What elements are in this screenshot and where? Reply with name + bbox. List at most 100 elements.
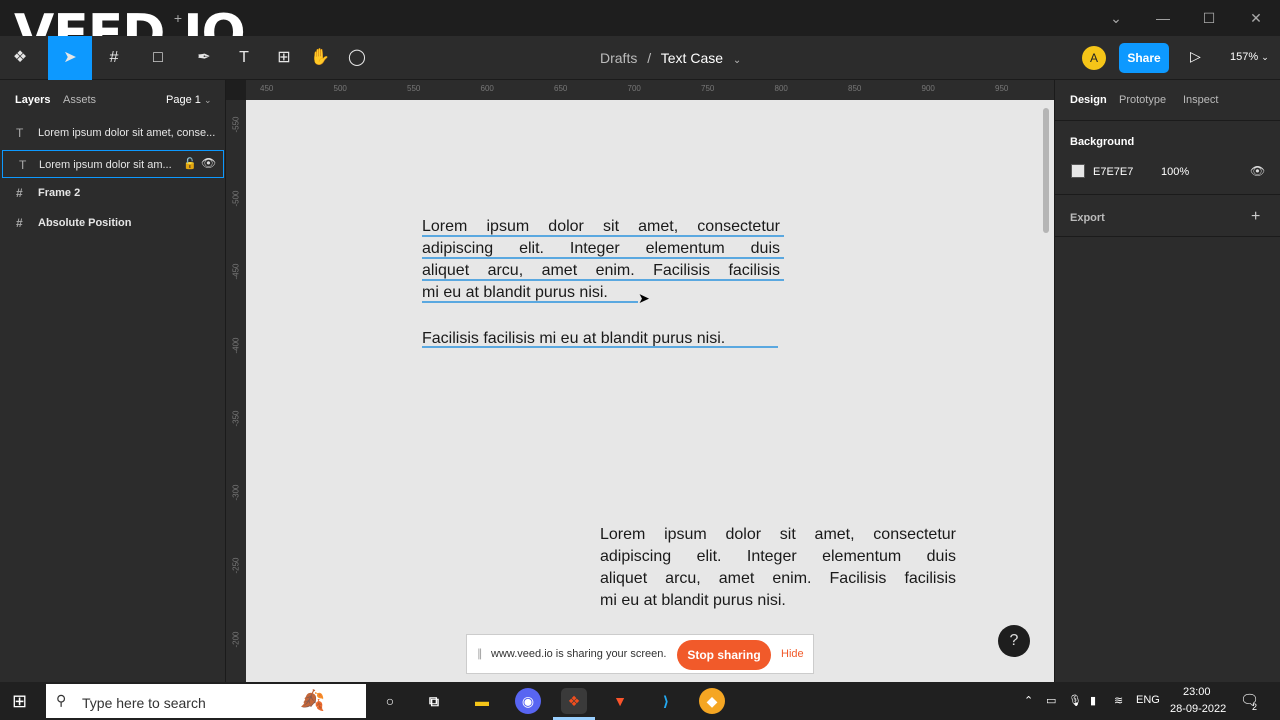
- divider: [1055, 120, 1280, 121]
- ruler-tick-label: -550: [231, 116, 241, 133]
- figma-menu-icon[interactable]: ❖: [6, 44, 34, 72]
- present-play-icon[interactable]: ▷: [1190, 48, 1206, 68]
- ruler-top: 450 500 550 600 650 700 750 800 850 900 950: [246, 80, 1054, 100]
- tab-assets[interactable]: Assets: [63, 94, 96, 106]
- clock-date[interactable]: 28-09-2022: [1170, 703, 1226, 715]
- file-name[interactable]: Text Case: [661, 50, 723, 66]
- mouse-cursor-icon: ➤: [638, 290, 650, 306]
- tab-layers[interactable]: Layers: [15, 94, 50, 106]
- stop-sharing-button[interactable]: Stop sharing: [677, 640, 771, 670]
- background-color-swatch[interactable]: [1071, 164, 1085, 178]
- move-tool-icon[interactable]: ➤: [48, 36, 92, 80]
- layer-item[interactable]: # Absolute Position: [0, 209, 226, 237]
- ruler-tick-label: -400: [231, 336, 241, 354]
- text-line: aliquet arcu, amet enim. Facilisis facil…: [600, 570, 956, 587]
- figma-icon[interactable]: ❖: [561, 688, 587, 714]
- background-hex[interactable]: E7E7E7: [1093, 166, 1133, 178]
- export-section-title: Export: [1070, 212, 1105, 224]
- ruler-tick-label: 550: [407, 84, 421, 93]
- comment-tool-icon[interactable]: ◯: [343, 44, 371, 72]
- toolbar: ❖ ➤ # □ ✒ T ⊞ ✋ ◯ Drafts / Text Case ⌄ A…: [0, 36, 1280, 80]
- tab-inspect[interactable]: Inspect: [1183, 94, 1218, 106]
- maximize-icon[interactable]: ☐: [1199, 8, 1219, 28]
- page-selector[interactable]: Page 1 ⌄: [166, 94, 211, 106]
- text-line: adipiscing elit. Integer elementum duis: [600, 548, 956, 565]
- ruler-tick-label: -500: [231, 189, 241, 207]
- divider: [1055, 194, 1280, 195]
- frame-2[interactable]: Lorem ipsum dolor sit amet, consectetur …: [246, 100, 1054, 682]
- text-block-3[interactable]: Lorem ipsum dolor sit amet, consectetur …: [600, 524, 956, 612]
- close-icon[interactable]: ✕: [1246, 8, 1266, 28]
- vertical-scrollbar[interactable]: [1043, 108, 1049, 233]
- title-bar: VEED.IO + ⌄ — ☐ ✕: [0, 0, 1280, 64]
- frame-tool-icon[interactable]: #: [100, 44, 128, 72]
- layer-label: Lorem ipsum dolor sit am...: [39, 159, 172, 171]
- layer-label: Lorem ipsum dolor sit amet, conse...: [38, 127, 216, 139]
- tab-design[interactable]: Design: [1070, 94, 1107, 106]
- tab-prototype[interactable]: Prototype: [1119, 94, 1166, 106]
- zoom-level[interactable]: 157% ⌄: [1230, 51, 1269, 63]
- file-explorer-icon[interactable]: ▬: [469, 688, 495, 714]
- text-block-1[interactable]: Lorem ipsum dolor sit amet, consectetur …: [422, 216, 780, 304]
- ruler-left: -550 -500 -450 -400 -350 -300 -250 -200: [226, 100, 246, 682]
- new-tab-icon[interactable]: +: [168, 8, 188, 28]
- vscode-icon[interactable]: ⟩: [653, 688, 679, 714]
- discord-icon[interactable]: ◉: [515, 688, 541, 714]
- ruler-tick-label: 800: [774, 84, 788, 93]
- task-view-cortana-icon[interactable]: ○: [377, 688, 403, 714]
- canvas[interactable]: 450 500 550 600 650 700 750 800 850 900 950 -550 -5…: [226, 80, 1054, 682]
- unlock-icon[interactable]: 🔓: [183, 157, 197, 170]
- text-tool-icon[interactable]: T: [230, 44, 258, 72]
- microphone-icon[interactable]: 🎙: [1068, 694, 1082, 707]
- screen-share-bar: ∥ www.veed.io is sharing your screen. St…: [466, 634, 814, 674]
- wifi-icon[interactable]: ≋: [1114, 694, 1123, 707]
- shape-tool-icon[interactable]: □: [144, 44, 172, 72]
- brave-browser-icon[interactable]: ▼: [607, 688, 633, 714]
- ruler-tick-label: -300: [231, 483, 241, 501]
- background-opacity[interactable]: 100%: [1161, 166, 1189, 178]
- taskbar-search-box[interactable]: ⚲ Type here to search 🍂: [46, 684, 366, 718]
- breadcrumb: Drafts / Text Case ⌄: [600, 50, 741, 66]
- layer-item[interactable]: # Frame 2: [0, 179, 226, 207]
- sharing-message: www.veed.io is sharing your screen.: [491, 648, 667, 660]
- battery-icon[interactable]: ▮: [1090, 694, 1096, 707]
- share-button[interactable]: Share: [1119, 43, 1169, 73]
- ruler-tick-label: -350: [231, 410, 241, 427]
- ruler-tick-label: 650: [554, 84, 568, 93]
- shield-app-icon[interactable]: ◆: [699, 688, 725, 714]
- drag-handle-icon[interactable]: ∥: [477, 647, 483, 660]
- resources-icon[interactable]: ⊞: [270, 44, 298, 72]
- tray-device-icon[interactable]: ▭: [1046, 694, 1056, 707]
- breadcrumb-drafts[interactable]: Drafts: [600, 50, 637, 66]
- chevron-down-icon[interactable]: ⌄: [733, 55, 741, 66]
- eye-icon[interactable]: 👁: [201, 156, 216, 170]
- ruler-tick-label: 600: [480, 84, 494, 93]
- text-layer-icon: T: [16, 126, 24, 140]
- avatar[interactable]: A: [1082, 46, 1106, 70]
- task-view-icon[interactable]: ⧉: [421, 688, 447, 714]
- hide-button[interactable]: Hide: [781, 648, 804, 660]
- chevron-down-icon[interactable]: ⌄: [1106, 8, 1126, 28]
- layer-label: Frame 2: [38, 187, 81, 199]
- minimize-icon[interactable]: —: [1153, 8, 1173, 28]
- ruler-tick-label: 750: [701, 84, 715, 93]
- background-section-title: Background: [1070, 136, 1135, 148]
- ruler-tick-label: -450: [231, 263, 241, 280]
- layer-item[interactable]: T Lorem ipsum dolor sit amet, conse...: [0, 119, 226, 147]
- language-indicator[interactable]: ENG: [1136, 694, 1160, 706]
- divider: [1055, 236, 1280, 237]
- ruler-tick-label: -200: [231, 630, 241, 648]
- design-panel: Design Prototype Inspect Background E7E7…: [1054, 80, 1280, 682]
- help-button[interactable]: ?: [998, 625, 1030, 657]
- search-placeholder: Type here to search: [82, 695, 206, 711]
- hand-tool-icon[interactable]: ✋: [306, 44, 334, 72]
- clock-time[interactable]: 23:00: [1183, 686, 1211, 698]
- layer-item-selected[interactable]: T Lorem ipsum dolor sit am... 🔓 👁: [2, 150, 224, 178]
- eye-icon[interactable]: 👁: [1250, 164, 1265, 178]
- windows-start-icon[interactable]: ⊞: [12, 691, 27, 712]
- add-export-icon[interactable]: +: [1251, 208, 1260, 226]
- tray-expand-icon[interactable]: ⌃: [1024, 694, 1033, 707]
- ruler-tick-label: 500: [333, 84, 347, 93]
- pen-tool-icon[interactable]: ✒: [190, 44, 218, 72]
- ruler-tick-label: 450: [260, 84, 274, 93]
